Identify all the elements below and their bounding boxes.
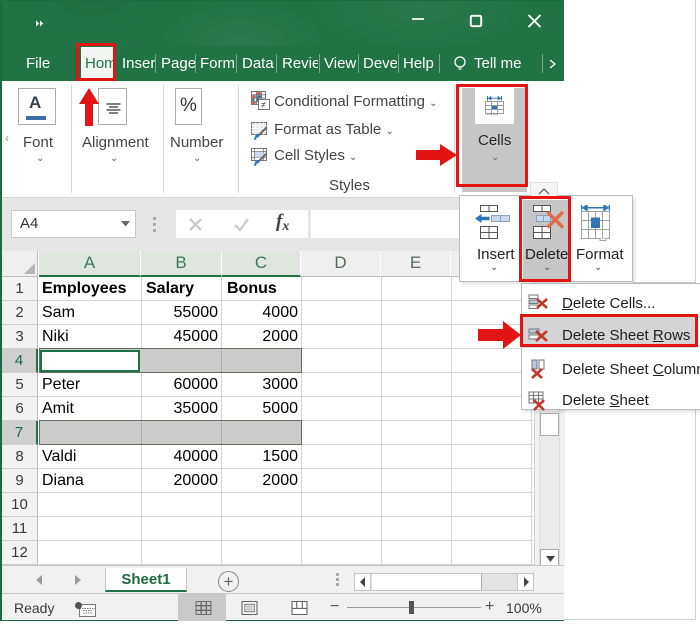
svg-text:≠: ≠ — [261, 100, 266, 110]
